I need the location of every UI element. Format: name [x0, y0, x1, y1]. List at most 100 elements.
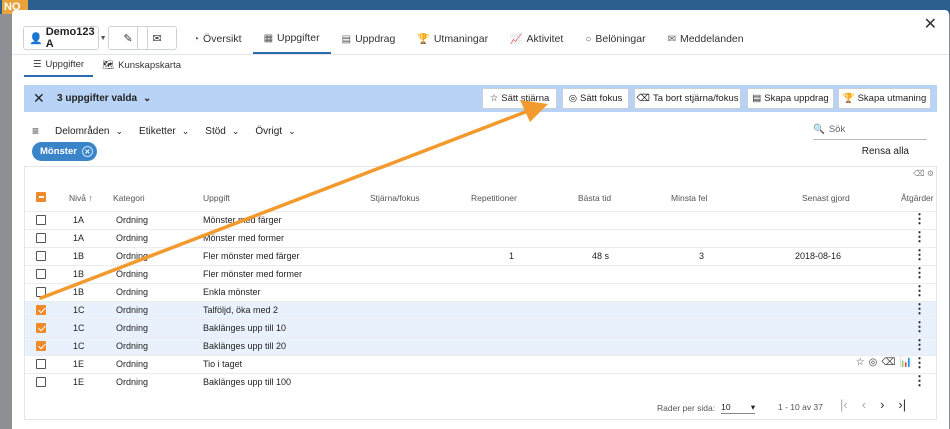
clear-all-button[interactable]: Rensa alla: [862, 146, 909, 157]
table-row[interactable]: 1A Ordning Mönster med färger ⋮: [25, 211, 936, 229]
tasks-table: ⌫ ⚙ Nivå ↑ Kategori Uppgift Stjärna/foku…: [24, 166, 937, 420]
table-row[interactable]: 1A Ordning Mönster med former ⋮: [25, 229, 936, 247]
close-icon[interactable]: ✕: [81, 146, 93, 157]
filter-stod[interactable]: Stöd ⌄: [205, 126, 239, 137]
table-row[interactable]: 1B Ordning Enkla mönster ⋮: [25, 283, 936, 301]
table-row[interactable]: 1B Ordning Fler mönster med färger 1 48 s 3 20…: [25, 247, 936, 265]
row-task[interactable]: Mönster med former: [203, 233, 284, 243]
table-row[interactable]: 1C Ordning Talföljd, öka med 2 ⋮: [25, 301, 936, 319]
search-input[interactable]: 🔍 Sök: [813, 120, 927, 140]
row-checkbox[interactable]: [36, 287, 46, 297]
user-select[interactable]: 👤 Demo123 A ▼: [23, 26, 107, 50]
set-star-button[interactable]: ☆ Sätt stjärna: [482, 88, 557, 109]
col-kategori[interactable]: Kategori: [113, 193, 145, 203]
tab-aktivitet[interactable]: 📈 Aktivitet: [499, 24, 574, 54]
row-menu-icon[interactable]: ⋮: [913, 266, 926, 280]
row-menu-icon[interactable]: ⋮: [913, 212, 926, 226]
row-task[interactable]: Enkla mönster: [203, 287, 261, 297]
chart-icon[interactable]: 📊: [900, 357, 912, 368]
row-checkbox[interactable]: [36, 341, 46, 351]
row-menu-icon[interactable]: ⋮: [913, 284, 926, 298]
table-row[interactable]: 1E Ordning Tio i taget ☆ ◎ ⌫ 📊 ⋮: [25, 355, 936, 373]
col-minsta-fel[interactable]: Minsta fel: [671, 193, 707, 203]
col-basta-tid[interactable]: Bästa tid: [578, 193, 611, 203]
last-page-icon[interactable]: ›|: [898, 397, 906, 412]
pagination-controls: |‹ ‹ › ›|: [840, 397, 906, 412]
create-assignment-button[interactable]: ▤ Skapa uppdrag: [747, 88, 834, 109]
row-task[interactable]: Fler mönster med former: [203, 269, 302, 279]
gear-icon[interactable]: ⚙: [927, 169, 934, 178]
row-checkbox[interactable]: [36, 269, 46, 279]
rows-per-page-select[interactable]: 10 ▾: [721, 402, 756, 414]
eraser-icon[interactable]: ⌫: [913, 169, 924, 178]
row-menu-icon[interactable]: ⋮: [913, 248, 926, 262]
row-task[interactable]: Baklänges upp till 20: [203, 341, 286, 351]
filter-delomraden[interactable]: Delområden ⌄: [55, 126, 123, 137]
create-challenge-button[interactable]: 🏆 Skapa utmaning: [838, 88, 931, 109]
row-task[interactable]: Tio i taget: [203, 359, 242, 369]
row-checkbox[interactable]: [36, 215, 46, 225]
row-checkbox[interactable]: [36, 377, 46, 387]
row-level: 1C: [73, 323, 85, 333]
row-menu-icon[interactable]: ⋮: [913, 302, 926, 316]
row-checkbox[interactable]: [36, 233, 46, 243]
row-level: 1B: [73, 251, 85, 261]
row-last-done: 2018-08-16: [795, 251, 842, 261]
next-page-icon[interactable]: ›: [880, 397, 884, 412]
row-menu-icon[interactable]: ⋮: [913, 320, 926, 334]
tab-utmaningar[interactable]: 🏆 Utmaningar: [406, 24, 499, 54]
row-task[interactable]: Talföljd, öka med 2: [203, 305, 278, 315]
selection-count-dropdown[interactable]: 3 uppgifter valda ⌄: [57, 93, 151, 104]
col-senast-gjord[interactable]: Senast gjord: [802, 193, 850, 203]
caret-down-icon: ▾: [750, 402, 756, 412]
row-checkbox[interactable]: [36, 251, 46, 261]
tab-meddelanden[interactable]: ✉ Meddelanden: [657, 24, 755, 54]
select-all-checkbox[interactable]: [36, 192, 46, 202]
row-repetitions: 1: [509, 251, 515, 261]
tab-oversikt[interactable]: ◔ Översikt: [182, 24, 253, 54]
row-level: 1B: [73, 287, 85, 297]
subtab-uppgifter[interactable]: ☰ Uppgifter: [24, 54, 94, 77]
tab-beloningar[interactable]: ○ Belöningar: [574, 24, 656, 54]
row-menu-icon[interactable]: ⋮: [913, 356, 926, 370]
table-row[interactable]: 1C Ordning Baklänges upp till 20 ⋮: [25, 337, 936, 355]
selection-bar: ✕ 3 uppgifter valda ⌄ ☆ Sätt stjärna ◎ Sät…: [24, 85, 937, 112]
col-uppgift[interactable]: Uppgift: [203, 193, 230, 203]
remove-star-focus-button[interactable]: ⌫ Ta bort stjärna/fokus: [634, 88, 741, 109]
col-niva[interactable]: Nivå ↑: [69, 193, 93, 203]
eraser-icon[interactable]: ⌫: [881, 357, 895, 368]
search-icon: 🔍: [813, 124, 825, 135]
tab-uppdrag[interactable]: ▤ Uppdrag: [331, 24, 407, 54]
first-page-icon[interactable]: |‹: [840, 397, 848, 412]
set-focus-button[interactable]: ◎ Sätt fokus: [562, 88, 629, 109]
row-task[interactable]: Baklänges upp till 100: [203, 377, 291, 387]
mail-button[interactable]: ✉: [137, 26, 177, 50]
subtab-kunskapskarta[interactable]: 🗺 Kunskapskarta: [93, 54, 190, 77]
modal-header: 👤 Demo123 A ▼ ✎ ✉ ◔ Översikt ▦ Uppgifter ▤…: [12, 24, 949, 54]
filter-icon[interactable]: ≡: [32, 124, 39, 138]
row-task[interactable]: Baklänges upp till 10: [203, 323, 286, 333]
table-row[interactable]: 1C Ordning Baklänges upp till 10 ⋮: [25, 319, 936, 337]
row-checkbox[interactable]: [36, 305, 46, 315]
row-task[interactable]: Fler mönster med färger: [203, 251, 300, 261]
clear-selection-icon[interactable]: ✕: [33, 90, 47, 107]
col-repetitioner[interactable]: Repetitioner: [471, 193, 517, 203]
col-stjarna-fokus[interactable]: Stjärna/fokus: [370, 193, 420, 203]
prev-page-icon[interactable]: ‹: [862, 397, 866, 412]
row-checkbox[interactable]: [36, 359, 46, 369]
table-row[interactable]: 1B Ordning Fler mönster med former ⋮: [25, 265, 936, 283]
filter-chip-monster[interactable]: Mönster ✕: [32, 142, 97, 161]
row-menu-icon[interactable]: ⋮: [913, 230, 926, 244]
star-icon[interactable]: ☆: [856, 357, 865, 368]
target-icon[interactable]: ◎: [869, 357, 878, 368]
row-menu-icon[interactable]: ⋮: [913, 338, 926, 352]
main-tabs: ◔ Översikt ▦ Uppgifter ▤ Uppdrag 🏆 Utmaninga…: [182, 24, 755, 54]
table-row[interactable]: 1E Ordning Baklänges upp till 100 ⋮: [25, 373, 936, 391]
row-checkbox[interactable]: [36, 323, 46, 333]
filter-etiketter[interactable]: Etiketter ⌄: [139, 126, 189, 137]
row-task[interactable]: Mönster med färger: [203, 215, 282, 225]
tab-uppgifter[interactable]: ▦ Uppgifter: [252, 24, 331, 54]
row-menu-icon[interactable]: ⋮: [913, 374, 926, 388]
row-category: Ordning: [116, 251, 149, 261]
filter-ovrigt[interactable]: Övrigt ⌄: [255, 126, 295, 137]
